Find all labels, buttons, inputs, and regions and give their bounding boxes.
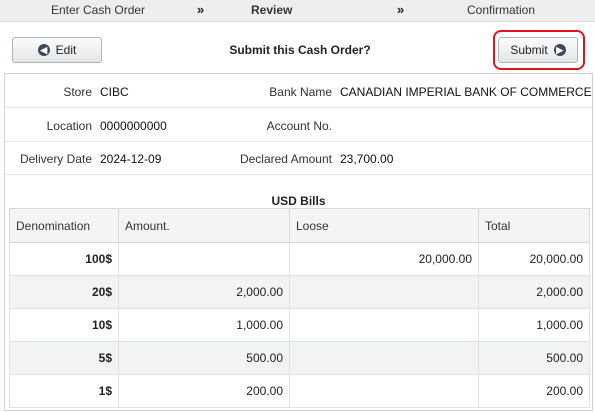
amount-cell: 1,000.00 bbox=[118, 308, 290, 342]
total-cell: 1,000.00 bbox=[478, 308, 590, 342]
table-row: 20$ 2,000.00 2,000.00 bbox=[9, 275, 590, 309]
store-label: Store bbox=[63, 85, 92, 99]
page-title: Submit this Cash Order? bbox=[229, 43, 371, 57]
declared-amount-value: 23,700.00 bbox=[340, 152, 394, 166]
step-confirmation: Confirmation bbox=[467, 3, 536, 17]
bank-name-value: CANADIAN IMPERIAL BANK OF COMMERCE bbox=[340, 85, 592, 99]
location-value: 0000000000 bbox=[100, 119, 167, 133]
amount-cell bbox=[118, 242, 290, 276]
table-header-row: Denomination Amount. Loose Total bbox=[9, 208, 590, 243]
order-details-panel: Store CIBC Bank Name CANADIAN IMPERIAL B… bbox=[4, 73, 593, 411]
table-row: 10$ 1,000.00 1,000.00 bbox=[9, 308, 590, 342]
amount-cell: 500.00 bbox=[118, 341, 290, 375]
step-review: Review bbox=[251, 3, 293, 17]
total-cell: 20,000.00 bbox=[478, 242, 590, 276]
loose-cell bbox=[289, 275, 479, 309]
denomination-cell: 20$ bbox=[9, 275, 119, 309]
details-row-location: Location 0000000000 Account No. bbox=[5, 108, 592, 142]
details-row-delivery: Delivery Date 2024-12-09 Declared Amount… bbox=[5, 141, 592, 175]
step-separator: » bbox=[397, 2, 405, 17]
loose-cell bbox=[289, 341, 479, 375]
arrow-left-circle-icon: ◀ bbox=[37, 44, 50, 56]
edit-button-label: Edit bbox=[55, 43, 77, 57]
denomination-cell: 5$ bbox=[9, 341, 119, 375]
edit-button[interactable]: ◀ Edit bbox=[12, 37, 102, 63]
denomination-cell: 1$ bbox=[9, 374, 119, 408]
total-cell: 500.00 bbox=[478, 341, 590, 375]
delivery-date-value: 2024-12-09 bbox=[100, 152, 162, 166]
denomination-cell: 100$ bbox=[9, 242, 119, 276]
table-row: 5$ 500.00 500.00 bbox=[9, 341, 590, 375]
location-label: Location bbox=[46, 119, 92, 133]
loose-cell bbox=[289, 374, 479, 408]
bank-name-label: Bank Name bbox=[269, 85, 332, 99]
store-value: CIBC bbox=[100, 85, 129, 99]
declared-amount-label: Declared Amount bbox=[239, 152, 332, 166]
bills-section-title: USD Bills bbox=[271, 194, 326, 208]
table-row: 100$ 20,000.00 20,000.00 bbox=[9, 242, 590, 276]
table-row: 1$ 200.00 200.00 bbox=[9, 374, 590, 408]
account-no-label: Account No. bbox=[266, 119, 332, 133]
loose-cell bbox=[289, 308, 479, 342]
total-cell: 2,000.00 bbox=[478, 275, 590, 309]
wizard-steps: Enter Cash Order » Review » Confirmation bbox=[0, 0, 595, 22]
usd-bills-table: Denomination Amount. Loose Total 100$ 20… bbox=[9, 208, 590, 408]
total-cell: 200.00 bbox=[478, 374, 590, 408]
amount-cell: 2,000.00 bbox=[118, 275, 290, 309]
loose-cell: 20,000.00 bbox=[289, 242, 479, 276]
amount-cell: 200.00 bbox=[118, 374, 290, 408]
denomination-cell: 10$ bbox=[9, 308, 119, 342]
column-header-loose: Loose bbox=[289, 208, 479, 243]
step-separator: » bbox=[197, 2, 205, 17]
column-header-amount: Amount. bbox=[118, 208, 290, 243]
submit-highlight bbox=[493, 30, 585, 70]
step-enter-cash-order: Enter Cash Order bbox=[51, 3, 146, 17]
delivery-date-label: Delivery Date bbox=[19, 152, 92, 166]
details-row-store: Store CIBC Bank Name CANADIAN IMPERIAL B… bbox=[5, 74, 592, 108]
column-header-denomination: Denomination bbox=[9, 208, 119, 243]
column-header-total: Total bbox=[478, 208, 590, 243]
